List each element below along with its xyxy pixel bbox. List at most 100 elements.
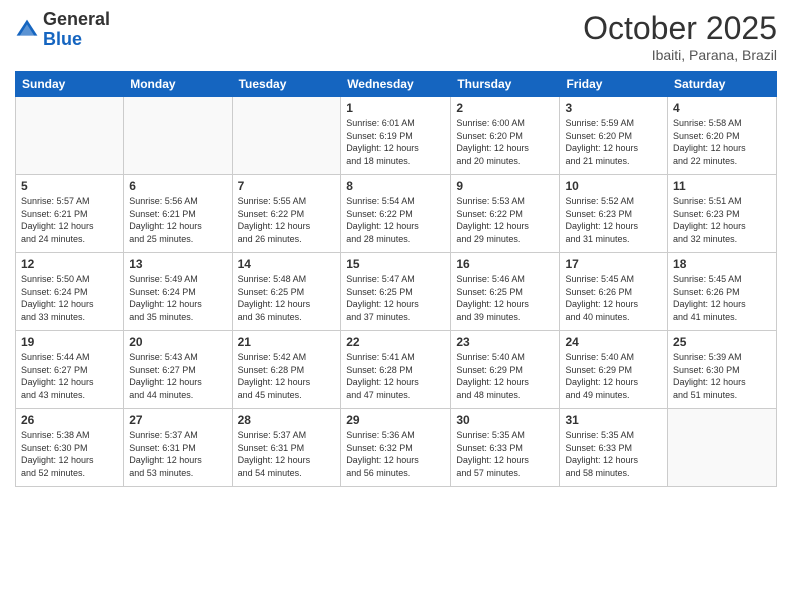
day-cell: 23 Sunrise: 5:40 AMSunset: 6:29 PMDayligh…	[451, 331, 560, 409]
logo-text: General Blue	[43, 10, 110, 50]
day-number: 21	[238, 335, 336, 349]
day-info: Sunrise: 5:45 AMSunset: 6:26 PMDaylight:…	[673, 273, 771, 323]
day-info: Sunrise: 5:44 AMSunset: 6:27 PMDaylight:…	[21, 351, 118, 401]
week-row-5: 26 Sunrise: 5:38 AMSunset: 6:30 PMDayligh…	[16, 409, 777, 487]
title-block: October 2025 Ibaiti, Parana, Brazil	[583, 10, 777, 63]
day-cell: 8 Sunrise: 5:54 AMSunset: 6:22 PMDaylight…	[341, 175, 451, 253]
day-cell: 14Sunrise: 5:48 AMSunset: 6:25 PMDayligh…	[232, 253, 341, 331]
day-number: 18	[673, 257, 771, 271]
day-number: 28	[238, 413, 336, 427]
day-number: 2	[456, 101, 554, 115]
day-info: Sunrise: 5:42 AMSunset: 6:28 PMDaylight:…	[238, 351, 336, 401]
day-number: 3	[565, 101, 662, 115]
day-info: Sunrise: 5:56 AMSunset: 6:21 PMDaylight:…	[129, 195, 226, 245]
day-cell: 11 Sunrise: 5:51 AMSunset: 6:23 PMDayligh…	[668, 175, 777, 253]
day-info: Sunrise: 5:37 AMSunset: 6:31 PMDaylight:…	[238, 429, 336, 479]
day-number: 1	[346, 101, 445, 115]
day-cell	[124, 97, 232, 175]
day-cell: 5Sunrise: 5:57 AMSunset: 6:21 PMDaylight…	[16, 175, 124, 253]
day-cell: 9Sunrise: 5:53 AMSunset: 6:22 PMDaylight…	[451, 175, 560, 253]
day-info: Sunrise: 5:43 AMSunset: 6:27 PMDaylight:…	[129, 351, 226, 401]
day-number: 19	[21, 335, 118, 349]
day-info: Sunrise: 5:47 AMSunset: 6:25 PMDaylight:…	[346, 273, 445, 323]
day-number: 26	[21, 413, 118, 427]
day-number: 25	[673, 335, 771, 349]
day-number: 16	[456, 257, 554, 271]
day-number: 23	[456, 335, 554, 349]
week-row-4: 19 Sunrise: 5:44 AMSunset: 6:27 PMDayligh…	[16, 331, 777, 409]
logo-blue-text: Blue	[43, 29, 82, 49]
day-info: Sunrise: 6:00 AMSunset: 6:20 PMDaylight:…	[456, 117, 554, 167]
day-cell: 4Sunrise: 5:58 AMSunset: 6:20 PMDaylight…	[668, 97, 777, 175]
day-cell: 3 Sunrise: 5:59 AMSunset: 6:20 PMDaylight…	[560, 97, 668, 175]
day-cell: 16 Sunrise: 5:46 AMSunset: 6:25 PMDayligh…	[451, 253, 560, 331]
day-number: 31	[565, 413, 662, 427]
day-info: Sunrise: 5:41 AMSunset: 6:28 PMDaylight:…	[346, 351, 445, 401]
day-cell: 26 Sunrise: 5:38 AMSunset: 6:30 PMDayligh…	[16, 409, 124, 487]
day-number: 22	[346, 335, 445, 349]
header-day-wednesday: Wednesday	[341, 72, 451, 97]
day-info: Sunrise: 5:39 AMSunset: 6:30 PMDaylight:…	[673, 351, 771, 401]
day-info: Sunrise: 5:37 AMSunset: 6:31 PMDaylight:…	[129, 429, 226, 479]
day-cell: 28 Sunrise: 5:37 AMSunset: 6:31 PMDayligh…	[232, 409, 341, 487]
day-number: 12	[21, 257, 118, 271]
day-info: Sunrise: 5:52 AMSunset: 6:23 PMDaylight:…	[565, 195, 662, 245]
day-info: Sunrise: 5:53 AMSunset: 6:22 PMDaylight:…	[456, 195, 554, 245]
day-cell: 18 Sunrise: 5:45 AMSunset: 6:26 PMDayligh…	[668, 253, 777, 331]
day-cell: 13Sunrise: 5:49 AMSunset: 6:24 PMDayligh…	[124, 253, 232, 331]
day-info: Sunrise: 5:51 AMSunset: 6:23 PMDaylight:…	[673, 195, 771, 245]
day-cell: 1 Sunrise: 6:01 AMSunset: 6:19 PMDaylight…	[341, 97, 451, 175]
day-cell: 22 Sunrise: 5:41 AMSunset: 6:28 PMDayligh…	[341, 331, 451, 409]
day-number: 17	[565, 257, 662, 271]
day-number: 6	[129, 179, 226, 193]
day-info: Sunrise: 5:36 AMSunset: 6:32 PMDaylight:…	[346, 429, 445, 479]
day-number: 27	[129, 413, 226, 427]
calendar-header-row: SundayMondayTuesdayWednesdayThursdayFrid…	[16, 72, 777, 97]
day-info: Sunrise: 5:40 AMSunset: 6:29 PMDaylight:…	[565, 351, 662, 401]
day-cell: 2 Sunrise: 6:00 AMSunset: 6:20 PMDaylight…	[451, 97, 560, 175]
day-info: Sunrise: 5:49 AMSunset: 6:24 PMDaylight:…	[129, 273, 226, 323]
day-cell: 30 Sunrise: 5:35 AMSunset: 6:33 PMDayligh…	[451, 409, 560, 487]
day-info: Sunrise: 5:48 AMSunset: 6:25 PMDaylight:…	[238, 273, 336, 323]
week-row-2: 5Sunrise: 5:57 AMSunset: 6:21 PMDaylight…	[16, 175, 777, 253]
day-number: 20	[129, 335, 226, 349]
day-number: 11	[673, 179, 771, 193]
day-number: 15	[346, 257, 445, 271]
day-info: Sunrise: 5:59 AMSunset: 6:20 PMDaylight:…	[565, 117, 662, 167]
day-info: Sunrise: 5:57 AMSunset: 6:21 PMDaylight:…	[21, 195, 118, 245]
header-day-friday: Friday	[560, 72, 668, 97]
header-day-monday: Monday	[124, 72, 232, 97]
day-cell: 6 Sunrise: 5:56 AMSunset: 6:21 PMDaylight…	[124, 175, 232, 253]
day-info: Sunrise: 5:58 AMSunset: 6:20 PMDaylight:…	[673, 117, 771, 167]
day-cell: 19 Sunrise: 5:44 AMSunset: 6:27 PMDayligh…	[16, 331, 124, 409]
day-cell: 17 Sunrise: 5:45 AMSunset: 6:26 PMDayligh…	[560, 253, 668, 331]
week-row-1: 1 Sunrise: 6:01 AMSunset: 6:19 PMDaylight…	[16, 97, 777, 175]
day-cell: 31 Sunrise: 5:35 AMSunset: 6:33 PMDayligh…	[560, 409, 668, 487]
week-row-3: 12 Sunrise: 5:50 AMSunset: 6:24 PMDayligh…	[16, 253, 777, 331]
day-info: Sunrise: 6:01 AMSunset: 6:19 PMDaylight:…	[346, 117, 445, 167]
day-info: Sunrise: 5:50 AMSunset: 6:24 PMDaylight:…	[21, 273, 118, 323]
month-title: October 2025	[583, 10, 777, 47]
day-info: Sunrise: 5:35 AMSunset: 6:33 PMDaylight:…	[456, 429, 554, 479]
day-number: 24	[565, 335, 662, 349]
day-info: Sunrise: 5:35 AMSunset: 6:33 PMDaylight:…	[565, 429, 662, 479]
day-cell: 15 Sunrise: 5:47 AMSunset: 6:25 PMDayligh…	[341, 253, 451, 331]
day-cell: 25 Sunrise: 5:39 AMSunset: 6:30 PMDayligh…	[668, 331, 777, 409]
day-cell: 10 Sunrise: 5:52 AMSunset: 6:23 PMDayligh…	[560, 175, 668, 253]
logo-general-text: General	[43, 9, 110, 29]
day-cell	[16, 97, 124, 175]
day-number: 10	[565, 179, 662, 193]
day-cell	[668, 409, 777, 487]
day-info: Sunrise: 5:54 AMSunset: 6:22 PMDaylight:…	[346, 195, 445, 245]
page: General Blue October 2025 Ibaiti, Parana…	[0, 0, 792, 612]
day-number: 8	[346, 179, 445, 193]
logo: General Blue	[15, 10, 110, 50]
day-info: Sunrise: 5:46 AMSunset: 6:25 PMDaylight:…	[456, 273, 554, 323]
day-info: Sunrise: 5:40 AMSunset: 6:29 PMDaylight:…	[456, 351, 554, 401]
day-info: Sunrise: 5:45 AMSunset: 6:26 PMDaylight:…	[565, 273, 662, 323]
day-cell: 27 Sunrise: 5:37 AMSunset: 6:31 PMDayligh…	[124, 409, 232, 487]
day-number: 29	[346, 413, 445, 427]
day-number: 30	[456, 413, 554, 427]
day-info: Sunrise: 5:38 AMSunset: 6:30 PMDaylight:…	[21, 429, 118, 479]
day-cell: 12 Sunrise: 5:50 AMSunset: 6:24 PMDayligh…	[16, 253, 124, 331]
